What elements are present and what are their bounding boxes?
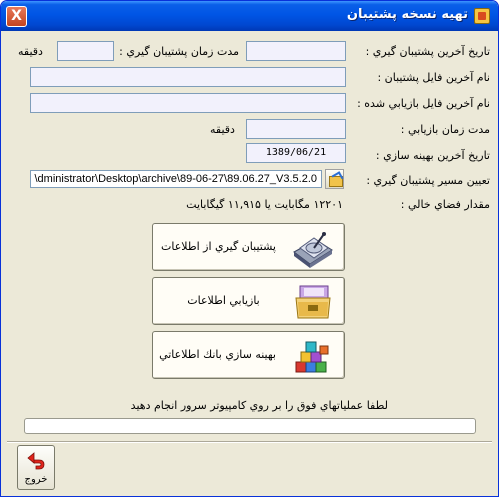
restore-duration-unit: دقيقه xyxy=(210,123,235,136)
backup-window: تهيه نسخه پشتيبان X تاريخ آخرين پشتيبان … xyxy=(0,0,499,497)
blocks-icon xyxy=(295,341,329,373)
backup-button[interactable]: پشتيبان گيري از اطلاعات xyxy=(152,223,345,271)
hard-drive-icon xyxy=(293,232,333,268)
status-message: لطفا عملياتهاي فوق را بر روي كامپيوتر سر… xyxy=(130,399,388,412)
last-optimize-date-field[interactable]: 1389/06/21 xyxy=(246,143,346,163)
last-restore-file-field[interactable] xyxy=(30,93,346,113)
restore-duration-field[interactable] xyxy=(246,119,346,139)
last-backup-date-label: تاريخ آخرين پشتيبان گيري : xyxy=(365,45,490,58)
free-space-value: ۱۲۲۰۱ مگابايت يا ۱۱,۹۱۵ گيگابايت xyxy=(186,198,343,211)
last-backup-date-field[interactable] xyxy=(246,41,346,61)
optimize-button[interactable]: بهينه سازي بانك اطلاعاتي xyxy=(152,331,345,379)
app-icon xyxy=(474,8,490,24)
backup-duration-label: مدت زمان پشتيبان گيري : xyxy=(119,45,239,58)
exit-button-label: خروج xyxy=(24,474,48,485)
divider xyxy=(7,441,492,443)
last-backup-file-field[interactable] xyxy=(30,67,346,87)
folder-browse-icon[interactable] xyxy=(325,169,344,189)
window-title: تهيه نسخه پشتيبان xyxy=(346,7,468,22)
restore-button-label: بازيابي اطلاعات xyxy=(187,294,260,307)
backup-duration-unit: دقيقه xyxy=(18,45,43,58)
last-restore-file-label: نام آخرين فايل بازيابي شده : xyxy=(357,97,490,110)
restore-duration-label: مدت زمان بازيابي : xyxy=(400,123,490,136)
folder-box-icon xyxy=(295,285,331,319)
last-backup-file-label: نام آخرين فايل پشتيبان : xyxy=(377,71,490,84)
optimize-button-label: بهينه سازي بانك اطلاعاتي xyxy=(159,348,276,361)
free-space-label: مقدار فضاي خالي : xyxy=(400,198,490,211)
progress-bar xyxy=(24,418,476,434)
last-optimize-date-label: تاريخ آخرين بهينه سازي : xyxy=(375,149,490,162)
backup-duration-field[interactable] xyxy=(57,41,114,61)
backup-button-label: پشتيبان گيري از اطلاعات xyxy=(160,240,276,253)
title-bar[interactable]: تهيه نسخه پشتيبان X xyxy=(1,1,498,31)
backup-path-field[interactable]: dministrator\Desktop\archive\89-06-27\89… xyxy=(30,170,322,188)
restore-button[interactable]: بازيابي اطلاعات xyxy=(152,277,345,325)
exit-button[interactable]: خروج xyxy=(17,445,55,490)
close-button[interactable]: X xyxy=(6,6,27,27)
backup-path-label: تعيين مسير پشتيبان گيري : xyxy=(366,174,490,187)
exit-arrow-icon xyxy=(27,452,45,470)
